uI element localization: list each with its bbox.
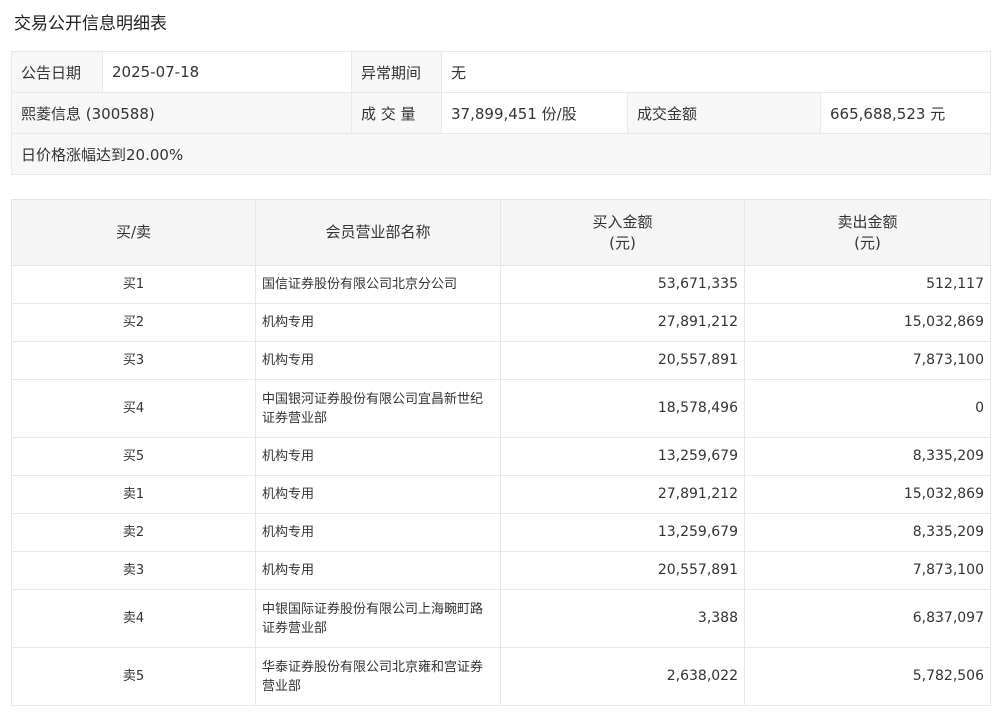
row-buy-amount: 2,638,022 (500, 647, 745, 706)
row-side: 卖3 (11, 551, 256, 590)
info-row-trade: 熙菱信息 (300588) 成 交 量 37,899,451 份/股 成交金额 … (11, 92, 992, 134)
row-branch-name: 中银国际证券股份有限公司上海畹町路证券营业部 (255, 589, 501, 648)
price-change-note: 日价格涨幅达到20.00% (10, 133, 992, 175)
row-sell-amount: 7,873,100 (744, 551, 991, 590)
row-side: 买4 (11, 379, 256, 438)
amount-value: 665,688,523 元 (819, 92, 992, 134)
row-sell-amount: 0 (744, 379, 991, 438)
header-branch-name: 会员营业部名称 (255, 199, 501, 266)
page-title: 交易公开信息明细表 (14, 14, 167, 34)
table-row: 买1 国信证券股份有限公司北京分公司 53,671,335 512,117 (11, 265, 991, 304)
table-row: 卖2 机构专用 13,259,679 8,335,209 (11, 513, 991, 552)
stock-name: 熙菱信息 (300588) (11, 92, 352, 134)
row-side: 卖5 (11, 647, 256, 706)
announcement-date-label: 公告日期 (11, 51, 103, 93)
amount-label: 成交金额 (627, 92, 821, 134)
header-sell-amount-unit: (元) (854, 233, 881, 252)
row-sell-amount: 7,873,100 (744, 341, 991, 380)
row-branch-name: 机构专用 (255, 513, 501, 552)
header-buy-amount-label: 买入金额 (592, 212, 653, 231)
row-branch-name: 机构专用 (255, 303, 501, 342)
row-branch-name: 中国银河证券股份有限公司宜昌新世纪证券营业部 (255, 379, 501, 438)
row-buy-amount: 13,259,679 (500, 513, 745, 552)
row-sell-amount: 512,117 (744, 265, 991, 304)
row-branch-name: 机构专用 (255, 475, 501, 514)
table-row: 卖4 中银国际证券股份有限公司上海畹町路证券营业部 3,388 6,837,09… (11, 589, 991, 648)
table-row: 买4 中国银河证券股份有限公司宜昌新世纪证券营业部 18,578,496 0 (11, 379, 991, 438)
trade-detail-table: 买/卖 会员营业部名称 买入金额 (元) 卖出金额 (元) 买1 国信证券股份有… (11, 199, 991, 706)
row-branch-name: 机构专用 (255, 341, 501, 380)
row-buy-amount: 20,557,891 (500, 341, 745, 380)
row-sell-amount: 15,032,869 (744, 303, 991, 342)
header-side: 买/卖 (11, 199, 256, 266)
row-side: 买2 (11, 303, 256, 342)
abnormal-period-value: 无 (440, 51, 992, 93)
detail-header-row: 买/卖 会员营业部名称 买入金额 (元) 卖出金额 (元) (11, 199, 991, 266)
row-side: 买3 (11, 341, 256, 380)
row-side: 卖2 (11, 513, 256, 552)
row-buy-amount: 13,259,679 (500, 437, 745, 476)
row-buy-amount: 27,891,212 (500, 475, 745, 514)
header-buy-amount: 买入金额 (元) (500, 199, 745, 266)
row-side: 买1 (11, 265, 256, 304)
announcement-info-table: 公告日期 2025-07-18 异常期间 无 熙菱信息 (300588) 成 交… (10, 51, 992, 175)
row-branch-name: 华泰证券股份有限公司北京雍和宫证券营业部 (255, 647, 501, 706)
header-sell-amount: 卖出金额 (元) (744, 199, 991, 266)
header-buy-amount-unit: (元) (609, 233, 636, 252)
row-branch-name: 机构专用 (255, 437, 501, 476)
abnormal-period-label: 异常期间 (351, 51, 442, 93)
row-side: 买5 (11, 437, 256, 476)
row-branch-name: 机构专用 (255, 551, 501, 590)
table-row: 卖3 机构专用 20,557,891 7,873,100 (11, 551, 991, 590)
row-sell-amount: 8,335,209 (744, 437, 991, 476)
table-row: 卖1 机构专用 27,891,212 15,032,869 (11, 475, 991, 514)
row-buy-amount: 27,891,212 (500, 303, 745, 342)
row-branch-name: 国信证券股份有限公司北京分公司 (255, 265, 501, 304)
row-buy-amount: 20,557,891 (500, 551, 745, 590)
row-buy-amount: 3,388 (500, 589, 745, 648)
row-side: 卖1 (11, 475, 256, 514)
header-sell-amount-label: 卖出金额 (837, 212, 898, 231)
row-sell-amount: 15,032,869 (744, 475, 991, 514)
table-row: 买3 机构专用 20,557,891 7,873,100 (11, 341, 991, 380)
announcement-date-value: 2025-07-18 (102, 51, 352, 93)
row-sell-amount: 6,837,097 (744, 589, 991, 648)
row-buy-amount: 18,578,496 (500, 379, 745, 438)
row-sell-amount: 5,782,506 (744, 647, 991, 706)
row-sell-amount: 8,335,209 (744, 513, 991, 552)
table-row: 买2 机构专用 27,891,212 15,032,869 (11, 303, 991, 342)
table-row: 买5 机构专用 13,259,679 8,335,209 (11, 437, 991, 476)
volume-value: 37,899,451 份/股 (441, 92, 628, 134)
volume-label: 成 交 量 (351, 92, 442, 134)
info-row-note: 日价格涨幅达到20.00% (10, 133, 992, 175)
row-buy-amount: 53,671,335 (500, 265, 745, 304)
row-side: 卖4 (11, 589, 256, 648)
info-row-date: 公告日期 2025-07-18 异常期间 无 (11, 51, 992, 93)
table-row: 卖5 华泰证券股份有限公司北京雍和宫证券营业部 2,638,022 5,782,… (11, 647, 991, 706)
